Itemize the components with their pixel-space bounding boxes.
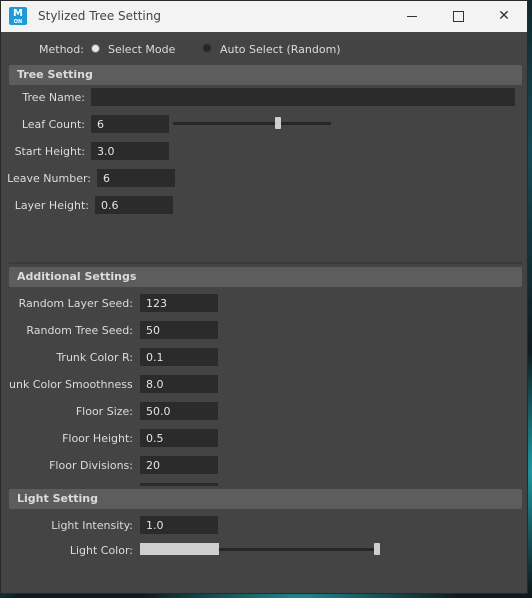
trunk-color-r-label: Trunk Color R: <box>56 351 133 364</box>
floor-divisions-input[interactable]: 20 <box>140 456 218 474</box>
leave-number-label: Leave Number: <box>7 172 91 185</box>
tool-window: M ON Stylized Tree Setting ✕ Method: Sel… <box>0 0 528 594</box>
light-color-label: Light Color: <box>69 544 133 557</box>
section-divider <box>9 262 522 264</box>
app-icon-letter: M <box>13 8 23 19</box>
random-tree-seed-input[interactable]: 50 <box>140 321 218 339</box>
method-label: Method: <box>39 43 84 56</box>
trunk-color-smoothness-input[interactable]: 8.0 <box>140 375 218 393</box>
leaf-count-input[interactable]: 6 <box>91 115 169 133</box>
leaf-count-label: Leaf Count: <box>21 118 85 131</box>
light-color-swatch[interactable] <box>140 543 219 555</box>
light-color-slider-handle[interactable] <box>374 543 380 555</box>
minimize-button[interactable] <box>389 1 435 32</box>
random-layer-seed-input[interactable]: 123 <box>140 294 218 312</box>
light-color-slider-track[interactable] <box>219 548 377 551</box>
tree-name-label: Tree Name: <box>22 91 85 104</box>
leave-number-input[interactable]: 6 <box>97 169 175 187</box>
radio-select-mode[interactable] <box>91 44 100 53</box>
tree-name-input[interactable] <box>91 88 515 106</box>
maximize-button[interactable] <box>435 1 481 32</box>
minimize-icon <box>407 15 417 17</box>
leaf-count-slider-track[interactable] <box>173 122 331 125</box>
close-icon: ✕ <box>498 8 510 24</box>
app-icon-sub: ON <box>13 19 23 25</box>
maya-app-icon: M ON <box>9 7 27 25</box>
floor-height-input[interactable]: 0.5 <box>140 429 218 447</box>
floor-height-label: Floor Height: <box>62 432 133 445</box>
window-content: Method: Select Mode Auto Select (Random)… <box>1 32 527 593</box>
radio-auto-select-label[interactable]: Auto Select (Random) <box>220 43 341 56</box>
light-intensity-input[interactable]: 1.0 <box>140 516 218 534</box>
title-bar[interactable]: M ON Stylized Tree Setting ✕ <box>1 1 527 32</box>
floor-divisions-label: Floor Divisions: <box>49 459 133 472</box>
trunk-color-r-input[interactable]: 0.1 <box>140 348 218 366</box>
random-tree-seed-label: Random Tree Seed: <box>26 324 133 337</box>
hidden-next-field[interactable] <box>140 483 218 486</box>
random-layer-seed-label: Random Layer Seed: <box>18 297 133 310</box>
radio-select-mode-label[interactable]: Select Mode <box>108 43 175 56</box>
maximize-icon <box>452 10 464 22</box>
layer-height-input[interactable]: 0.6 <box>95 196 173 214</box>
start-height-input[interactable]: 3.0 <box>91 142 169 160</box>
window-title: Stylized Tree Setting <box>38 9 161 23</box>
close-button[interactable]: ✕ <box>481 1 527 32</box>
start-height-label: Start Height: <box>14 145 85 158</box>
section-header-tree-setting[interactable]: Tree Setting <box>9 65 522 85</box>
section-header-light-setting[interactable]: Light Setting <box>9 489 522 509</box>
floor-size-label: Floor Size: <box>75 405 133 418</box>
additional-settings-scroll-area[interactable]: Random Layer Seed: 123 Random Tree Seed:… <box>9 288 522 486</box>
light-intensity-label: Light Intensity: <box>51 519 133 532</box>
leaf-count-slider-handle[interactable] <box>275 117 281 129</box>
floor-size-input[interactable]: 50.0 <box>140 402 218 420</box>
layer-height-label: Layer Height: <box>14 199 89 212</box>
section-header-additional-settings[interactable]: Additional Settings <box>9 267 522 287</box>
radio-auto-select[interactable] <box>203 44 211 52</box>
trunk-color-smoothness-label: unk Color Smoothness: <box>9 378 133 391</box>
